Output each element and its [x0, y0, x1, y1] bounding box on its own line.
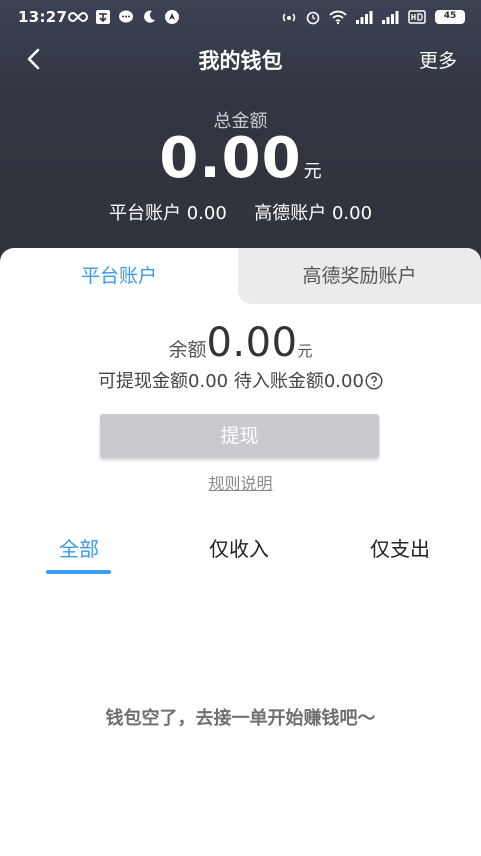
nav-bar: 我的钱包 更多	[0, 34, 481, 84]
total-amount-unit: 元	[303, 161, 322, 182]
account-card: 平台账户 高德奖励账户 余额0.00元 可提现金额0.00 待入账金额0.00 …	[0, 248, 481, 856]
hotspot-icon	[282, 13, 296, 22]
tab-platform-account[interactable]: 平台账户	[0, 248, 238, 304]
platform-account-value: 0.00	[186, 203, 227, 224]
withdraw-info: 可提现金额0.00 待入账金额0.00	[0, 367, 481, 393]
wifi-icon	[329, 10, 347, 25]
signal-icon-2	[382, 11, 399, 24]
amap-account-label: 高德账户	[254, 203, 327, 224]
navigation-icon	[165, 10, 179, 24]
filter-active-indicator	[46, 570, 111, 574]
platform-account-label: 平台账户	[108, 203, 181, 224]
status-bar: 13:27 45	[0, 0, 481, 34]
pending-value: 0.00	[323, 371, 364, 392]
battery-icon: 45	[435, 10, 465, 24]
app-notification-icon	[96, 10, 110, 24]
withdrawable-label: 可提现金额	[98, 371, 189, 392]
status-right-icons: 45	[281, 9, 465, 25]
balance-row: 余额0.00元	[0, 320, 481, 366]
status-time: 13:27	[18, 8, 68, 26]
sub-account-summary: 平台账户 0.00 高德账户 0.00	[0, 199, 481, 225]
alarm-icon	[306, 11, 320, 25]
rules-link[interactable]: 规则说明	[0, 470, 481, 494]
back-arrow-icon[interactable]	[22, 47, 46, 71]
infinity-icon	[68, 11, 88, 23]
hd-icon	[408, 10, 426, 24]
signal-icon	[356, 11, 373, 24]
account-tab-bar: 平台账户 高德奖励账户	[0, 248, 481, 304]
empty-state-message: 钱包空了，去接一单开始赚钱吧〜	[105, 708, 376, 729]
chat-bubble-icon	[119, 10, 133, 23]
amap-account-value: 0.00	[331, 203, 373, 224]
page-title: 我的钱包	[198, 49, 283, 73]
filter-tab-expense-only[interactable]: 仅支出	[360, 533, 440, 562]
withdraw-button[interactable]: 提现	[100, 414, 379, 458]
tab-amap-reward-account[interactable]: 高德奖励账户	[238, 248, 481, 304]
total-amount-value: 0.00	[159, 126, 302, 191]
total-amount-display: 0.00 元	[0, 126, 481, 191]
pending-label: 待入账金额	[233, 371, 324, 392]
question-mark-icon[interactable]	[365, 372, 383, 390]
balance-label: 余额	[168, 339, 207, 361]
status-left-icons	[68, 9, 180, 25]
more-button[interactable]: 更多	[419, 46, 457, 73]
balance-amount: 0.00	[206, 320, 298, 366]
moon-icon	[144, 10, 155, 23]
filter-tab-all[interactable]: 全部	[40, 533, 118, 562]
filter-tab-income-only[interactable]: 仅收入	[199, 533, 279, 562]
withdrawable-value: 0.00	[188, 371, 229, 392]
balance-unit: 元	[297, 342, 313, 360]
wallet-header: 13:27 45 我的钱包 更多 总金额 0.00 元 平台账户 0.00 高德账…	[0, 0, 481, 290]
